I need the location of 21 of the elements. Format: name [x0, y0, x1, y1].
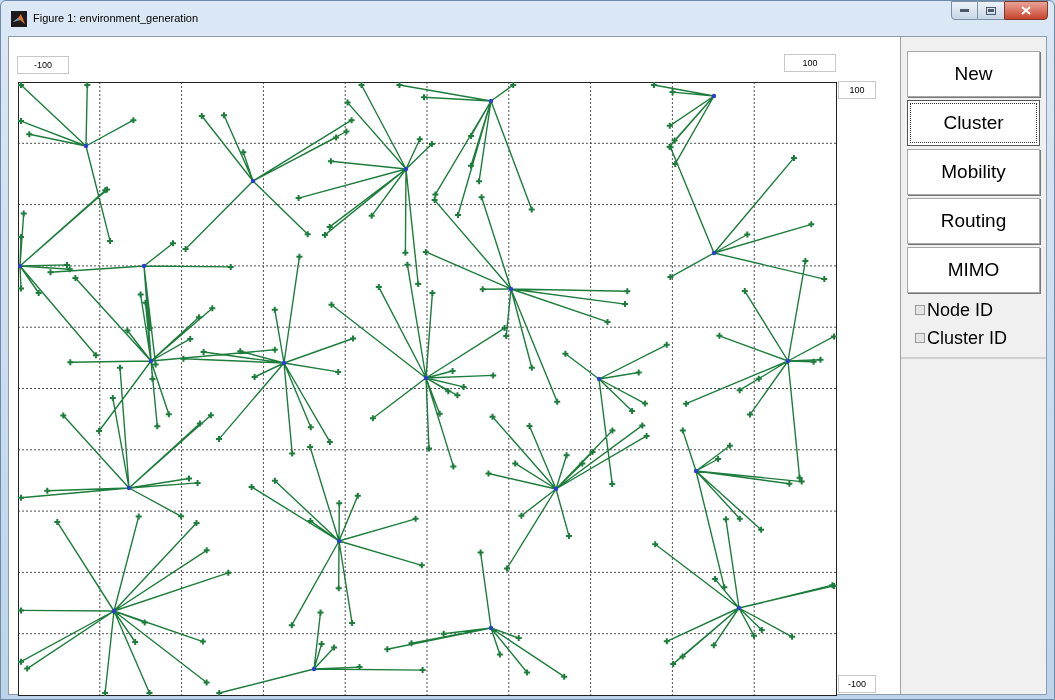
checkbox-label: Node ID: [927, 301, 994, 319]
checkbox[interactable]: [915, 333, 925, 343]
matlab-logo-icon: [11, 10, 27, 27]
maximize-button[interactable]: [978, 1, 1004, 20]
maximize-icon: [986, 6, 996, 15]
limit-field[interactable]: -100: [838, 675, 876, 693]
panel-button[interactable]: Mobility: [907, 149, 1040, 195]
checkbox[interactable]: [915, 305, 925, 315]
limit-field[interactable]: 100: [784, 54, 836, 72]
window-title: Figure 1: environment_generation: [33, 11, 199, 27]
minimize-button[interactable]: [951, 1, 978, 20]
limit-field[interactable]: -100: [17, 56, 69, 74]
panel-button[interactable]: Cluster: [907, 100, 1040, 146]
checkbox-label: Cluster ID: [927, 329, 1007, 347]
limit-field[interactable]: 100: [838, 81, 876, 99]
minimize-icon: [960, 9, 969, 12]
panel-button[interactable]: New: [907, 51, 1040, 97]
close-button[interactable]: [1004, 1, 1048, 20]
panel-button[interactable]: Routing: [907, 198, 1040, 244]
close-icon: [1021, 6, 1031, 15]
panel-button[interactable]: MIMO: [907, 247, 1040, 293]
